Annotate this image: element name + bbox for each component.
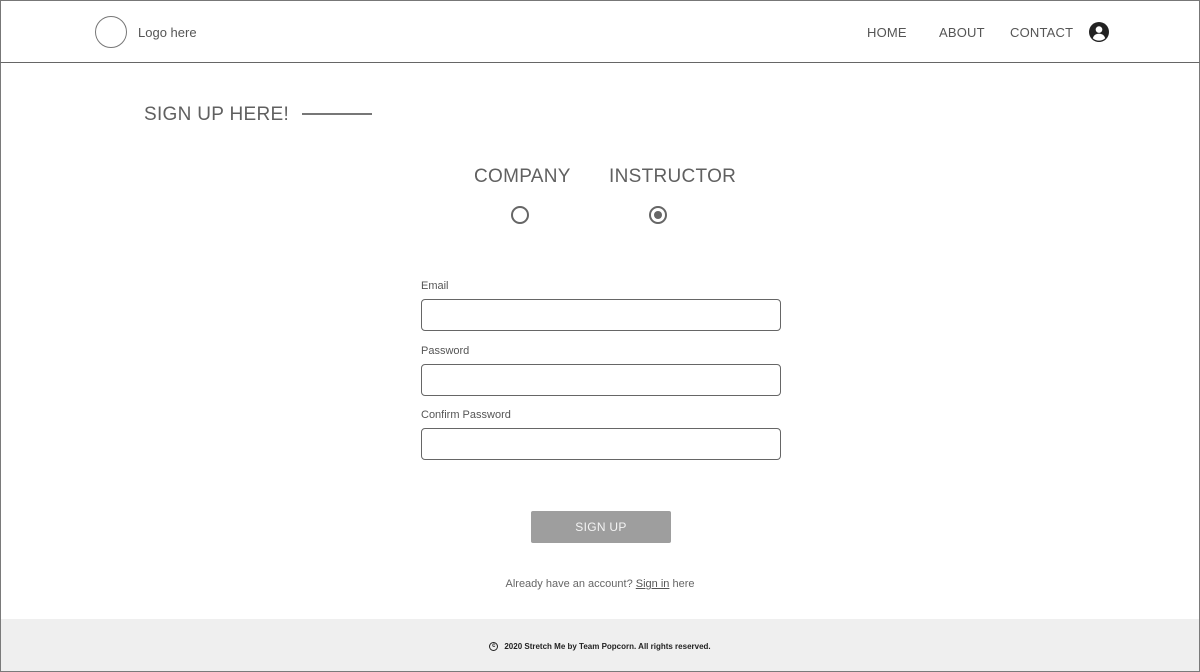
site-header: Logo here HOME ABOUT CONTACT: [0, 0, 1200, 63]
nav-contact-link[interactable]: CONTACT: [1010, 25, 1073, 40]
footer-text: 2020 Stretch Me by Team Popcorn. All rig…: [504, 642, 711, 651]
signin-prefix: Already have an account?: [505, 578, 633, 590]
page-title: SIGN UP HERE!: [144, 104, 290, 125]
nav-home-link[interactable]: HOME: [867, 25, 907, 40]
logo-text[interactable]: Logo here: [138, 25, 197, 40]
title-divider: [302, 113, 372, 115]
nav-about-link[interactable]: ABOUT: [939, 25, 985, 40]
user-circle-icon[interactable]: [1089, 22, 1109, 42]
radio-selected-dot: [654, 211, 662, 219]
confirm-password-field[interactable]: [421, 428, 781, 460]
signin-prompt: Already have an account? Sign in here: [0, 578, 1200, 590]
password-label: Password: [421, 345, 470, 357]
footer-copyright: c 2020 Stretch Me by Team Popcorn. All ri…: [1, 642, 1199, 652]
role-label-instructor: INSTRUCTOR: [609, 166, 737, 187]
copyright-icon: c: [489, 642, 499, 652]
email-label: Email: [421, 280, 449, 292]
sign-in-link[interactable]: Sign in: [636, 578, 670, 590]
page-frame: [0, 0, 1200, 672]
sign-up-button[interactable]: SIGN UP: [531, 511, 671, 543]
signin-suffix: here: [672, 578, 695, 590]
confirm-password-label: Confirm Password: [421, 409, 511, 421]
radio-instructor[interactable]: [649, 206, 667, 224]
site-footer: c 2020 Stretch Me by Team Popcorn. All ri…: [1, 619, 1199, 671]
logo-icon[interactable]: [95, 16, 127, 48]
role-label-company: COMPANY: [474, 166, 571, 187]
email-field[interactable]: [421, 299, 781, 331]
radio-company[interactable]: [511, 206, 529, 224]
password-field[interactable]: [421, 364, 781, 396]
